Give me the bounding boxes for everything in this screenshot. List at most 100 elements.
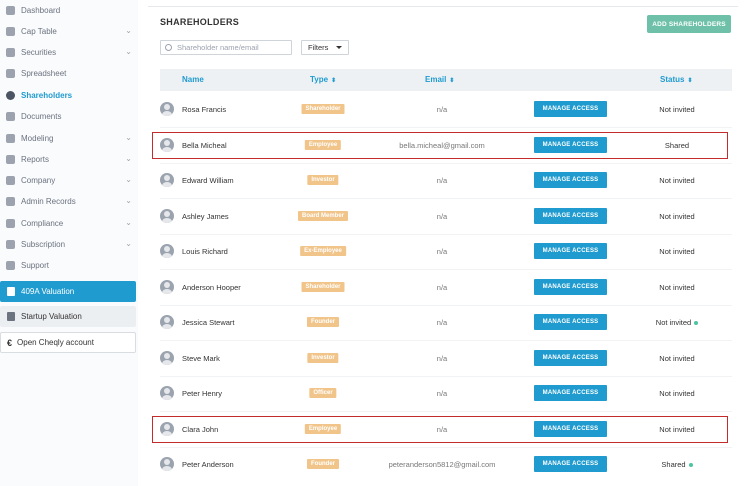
sidebar-item-label: Dashboard [21, 5, 61, 15]
sidebar-item-modeling[interactable]: Modeling ⌄ [0, 128, 138, 148]
type-badge: Investor [307, 353, 339, 363]
status-text: Shared [664, 141, 690, 150]
email-cell: n/a [436, 354, 448, 363]
search-icon [165, 44, 172, 51]
column-status[interactable]: Status ⬍ [660, 75, 692, 84]
type-badge: Employee [304, 424, 342, 434]
sort-icon: ⬍ [449, 78, 455, 84]
status-cell: Not invited [637, 318, 717, 327]
sidebar-item-label: Subscription [21, 239, 66, 249]
avatar [160, 209, 174, 223]
table-row: Rosa Francis Shareholder n/a MANAGE ACCESS N… [148, 92, 738, 128]
status-text: Not invited [659, 425, 695, 434]
sidebar-item-securities[interactable]: Securities ⌄ [0, 42, 138, 62]
sidebar-item-subscription[interactable]: Subscription ⌄ [0, 234, 138, 254]
cheqly-logo-icon: € [7, 337, 13, 348]
filters-dropdown[interactable]: Filters [301, 40, 349, 55]
dashboard-icon [6, 5, 15, 15]
type-badge: Officer [309, 388, 337, 398]
email-cell: n/a [436, 318, 448, 327]
manage-access-button[interactable]: MANAGE ACCESS [534, 101, 607, 117]
shareholder-name: Ashley James [182, 212, 229, 221]
compliance-icon [6, 218, 15, 228]
sidebar-item-label: Admin Records [21, 196, 76, 206]
column-email-label: Email [425, 75, 447, 84]
manage-access-button[interactable]: MANAGE ACCESS [534, 350, 607, 366]
shareholder-name: Anderson Hooper [182, 283, 241, 292]
chevron-down-icon: ⌄ [125, 196, 132, 205]
sidebar-item-reports[interactable]: Reports ⌄ [0, 149, 138, 169]
sidebar-item-support[interactable]: Support [0, 255, 138, 275]
column-email[interactable]: Email ⬍ [425, 75, 454, 84]
shareholder-name: Peter Henry [182, 389, 223, 398]
manage-access-button[interactable]: MANAGE ACCESS [534, 421, 607, 437]
status-text: Not invited [659, 212, 695, 221]
avatar [160, 138, 174, 152]
status-dot-icon [688, 462, 693, 467]
sidebar-item-compliance[interactable]: Compliance ⌄ [0, 213, 138, 233]
column-type[interactable]: Type ⬍ [310, 75, 336, 84]
shareholder-name: Edward William [182, 176, 234, 185]
manage-access-button[interactable]: MANAGE ACCESS [534, 137, 607, 153]
manage-access-button[interactable]: MANAGE ACCESS [534, 243, 607, 259]
table-header: Name Type ⬍ Email ⬍ Status ⬍ [160, 69, 732, 91]
add-shareholders-button[interactable]: ADD SHAREHOLDERS [647, 15, 731, 33]
type-badge: Investor [307, 175, 339, 185]
manage-access-button[interactable]: MANAGE ACCESS [534, 279, 607, 295]
sidebar-item-dashboard[interactable]: Dashboard [0, 0, 138, 20]
admin-records-icon [6, 196, 15, 206]
open-cheqly-button[interactable]: € Open Cheqly account [0, 332, 136, 353]
type-badge: Ex-Employee [300, 246, 346, 256]
avatar [160, 315, 174, 329]
status-cell: Not invited [637, 105, 717, 114]
table-row: Jessica Stewart Founder n/a MANAGE ACCESS No… [148, 305, 738, 341]
shareholder-name: Clara John [182, 425, 219, 434]
status-cell: Not invited [637, 247, 717, 256]
table-row: Clara John Employee n/a MANAGE ACCESS Not in… [148, 412, 738, 448]
document-icon [7, 287, 15, 296]
sort-icon: ⬍ [687, 78, 693, 84]
sidebar-item-company[interactable]: Company ⌄ [0, 170, 138, 190]
type-badge: Employee [304, 140, 342, 150]
chevron-down-icon: ⌄ [125, 239, 132, 248]
search-input[interactable] [177, 43, 287, 52]
documents-icon [6, 111, 15, 121]
sidebar-item-cap-table[interactable]: Cap Table ⌄ [0, 21, 138, 41]
manage-access-button[interactable]: MANAGE ACCESS [534, 456, 607, 472]
shareholders-icon [6, 90, 15, 100]
sidebar-item-documents[interactable]: Documents [0, 106, 138, 126]
status-text: Not invited [659, 176, 695, 185]
column-status-label: Status [660, 75, 685, 84]
search-box[interactable] [160, 40, 292, 55]
sidebar-item-admin-records[interactable]: Admin Records ⌄ [0, 191, 138, 211]
chevron-down-icon [336, 46, 342, 49]
manage-access-button[interactable]: MANAGE ACCESS [534, 208, 607, 224]
startup-valuation-button[interactable]: Startup Valuation [0, 306, 136, 327]
manage-access-button[interactable]: MANAGE ACCESS [534, 385, 607, 401]
status-text: Not invited [659, 354, 695, 363]
status-cell: Not invited [637, 389, 717, 398]
avatar [160, 244, 174, 258]
sidebar-item-label: Cap Table [21, 26, 57, 36]
email-cell: n/a [436, 283, 448, 292]
card-border [148, 6, 738, 7]
company-icon [6, 175, 15, 185]
avatar [160, 422, 174, 436]
sidebar: Dashboard Cap Table ⌄ Securities ⌄ Spreadshee… [0, 0, 138, 486]
sidebar-item-label: Compliance [21, 218, 64, 228]
manage-access-button[interactable]: MANAGE ACCESS [534, 314, 607, 330]
status-text: Not invited [659, 389, 695, 398]
avatar [160, 351, 174, 365]
table-row: Peter Henry Officer n/a MANAGE ACCESS Not in… [148, 376, 738, 412]
avatar [160, 280, 174, 294]
manage-access-button[interactable]: MANAGE ACCESS [534, 172, 607, 188]
valuation-409a-button[interactable]: 409A Valuation [0, 281, 136, 302]
sidebar-item-label: Company [21, 175, 56, 185]
column-name[interactable]: Name [182, 75, 204, 84]
email-cell: n/a [436, 105, 448, 114]
sidebar-item-spreadsheet[interactable]: Spreadsheet [0, 63, 138, 83]
status-text: Not invited [659, 105, 695, 114]
avatar [160, 173, 174, 187]
type-badge: Founder [307, 459, 339, 469]
sidebar-item-shareholders[interactable]: Shareholders [0, 85, 138, 105]
